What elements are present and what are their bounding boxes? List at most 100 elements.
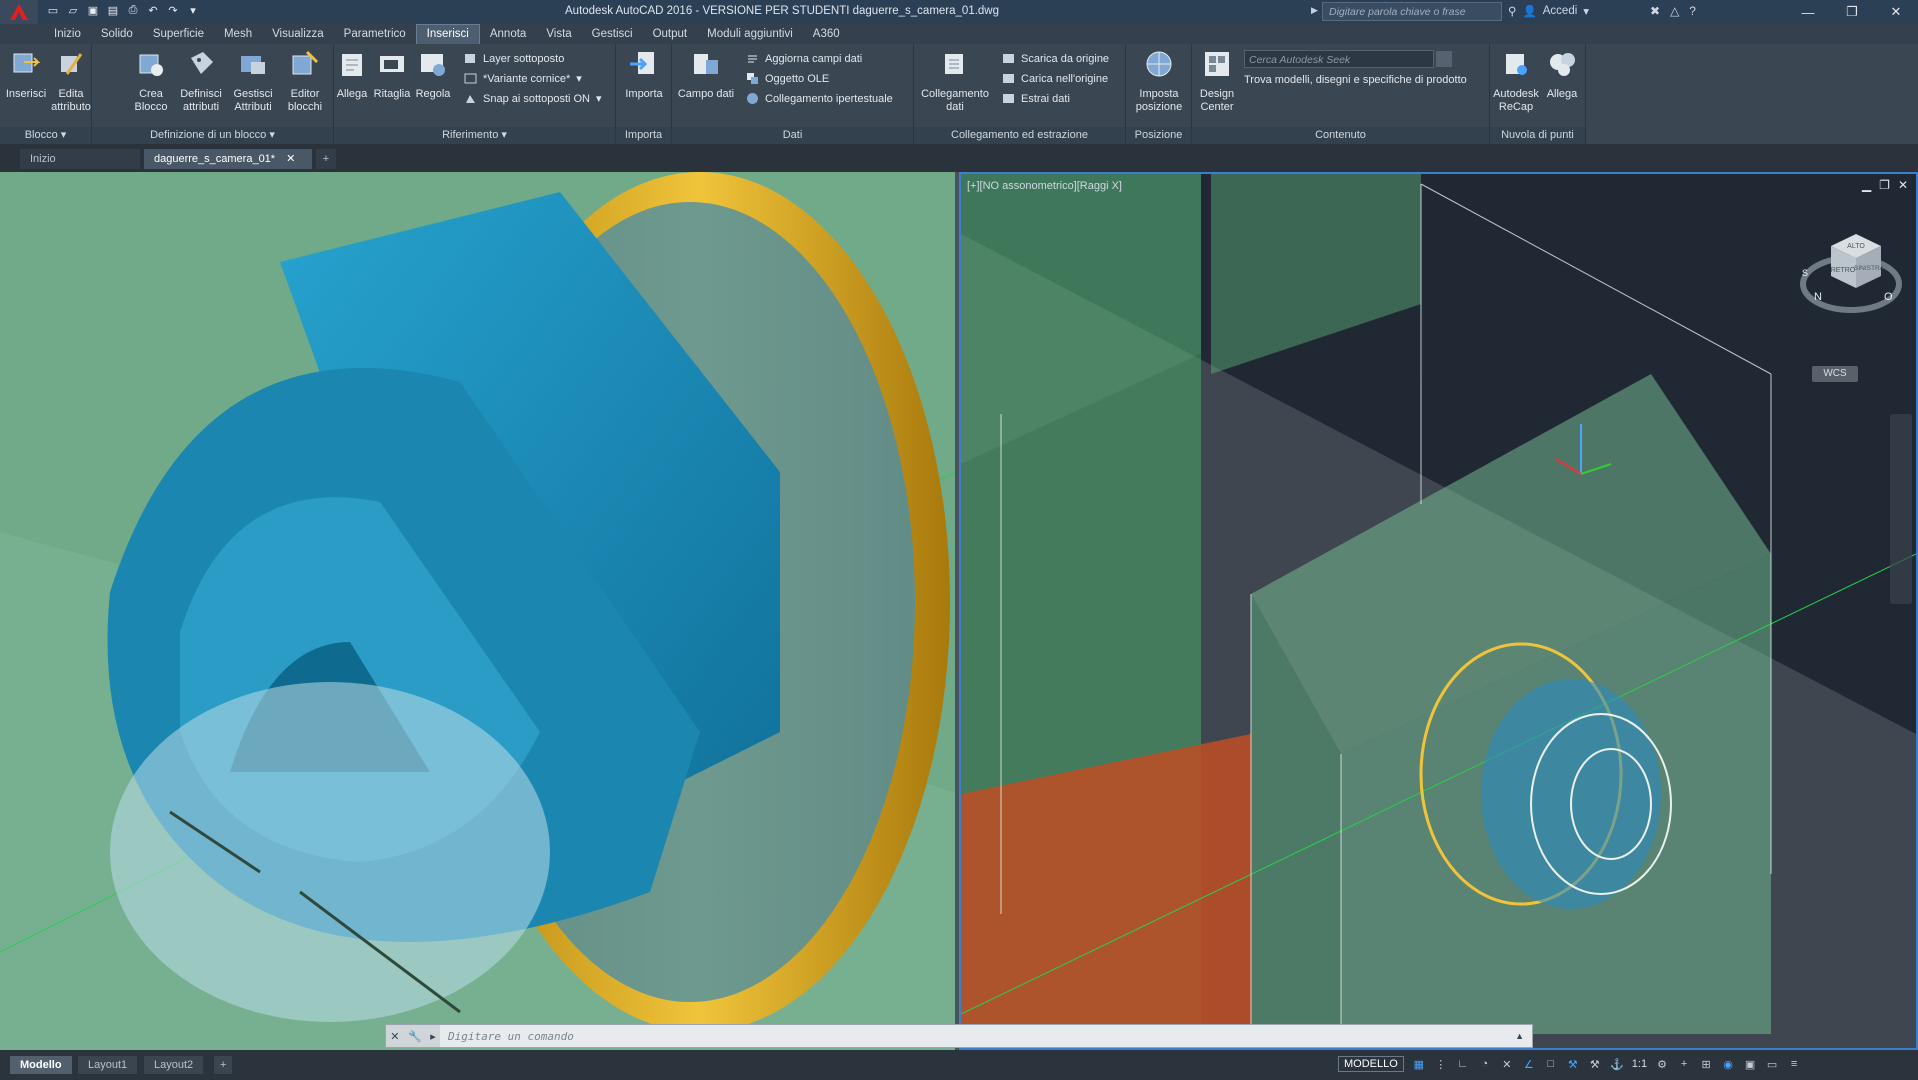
command-input[interactable]: Digitare un comando: [440, 1030, 574, 1043]
hardware-accel-icon[interactable]: ◉: [1721, 1057, 1735, 1071]
search-expand-icon[interactable]: ▶: [1311, 5, 1318, 16]
upload-source-button[interactable]: Carica nell'origine: [1002, 72, 1108, 85]
viewport-left[interactable]: [0, 172, 955, 1050]
isolate-icon[interactable]: ▣: [1743, 1057, 1757, 1071]
attach-button[interactable]: Allega: [334, 48, 370, 101]
snap-underlay-dropdown[interactable]: Snap ai sottoposti ON ▾: [464, 92, 602, 105]
isodraft-icon[interactable]: ✕: [1500, 1057, 1514, 1071]
object-track-icon[interactable]: ∠: [1522, 1057, 1536, 1071]
undo-icon[interactable]: ↶: [146, 3, 160, 17]
close-command-icon[interactable]: ✕: [390, 1030, 399, 1043]
tab-home[interactable]: Inizio: [20, 149, 140, 169]
panel-title-definizione[interactable]: Definizione di un blocco ▾: [92, 127, 333, 144]
ribbon-tab-moduli-aggiuntivi[interactable]: Moduli aggiuntivi: [697, 24, 803, 44]
recap-button[interactable]: Autodesk ReCap: [1492, 48, 1540, 114]
insert-block-button[interactable]: Inserisci: [4, 48, 48, 101]
ortho-icon[interactable]: ∟: [1456, 1057, 1470, 1071]
navigation-bar[interactable]: [1890, 414, 1912, 604]
new-file-icon[interactable]: ▭: [46, 3, 60, 17]
seek-search-input[interactable]: Cerca Autodesk Seek: [1244, 50, 1434, 68]
osnap-icon[interactable]: □: [1544, 1057, 1558, 1071]
annotation-visibility-icon[interactable]: ⚒: [1566, 1057, 1580, 1071]
attach-pointcloud-button[interactable]: Allega: [1542, 48, 1582, 101]
seek-search-icon[interactable]: [1436, 51, 1452, 67]
ribbon-tab-inizio[interactable]: Inizio: [44, 24, 91, 44]
manage-attributes-button[interactable]: Gestisci Attributi: [230, 48, 276, 114]
fullscreen-icon[interactable]: ▭: [1765, 1057, 1779, 1071]
viewport-maximize-icon[interactable]: ❐: [1879, 178, 1890, 192]
open-file-icon[interactable]: ▱: [66, 3, 80, 17]
ribbon-tab-gestisci[interactable]: Gestisci: [582, 24, 643, 44]
update-fields-button[interactable]: Aggiorna campi dati: [746, 52, 862, 65]
design-center-button[interactable]: Design Center: [1196, 48, 1238, 114]
layout-tab-modello[interactable]: Modello: [10, 1056, 72, 1074]
exchange-icon[interactable]: ✖: [1650, 4, 1660, 18]
set-location-button[interactable]: Imposta posizione: [1130, 48, 1188, 114]
viewport-right[interactable]: [+][NO assonometrico][Raggi X] ▁ ❐ ✕ ALT…: [959, 172, 1918, 1050]
customize-icon[interactable]: 🔧: [408, 1030, 422, 1043]
save-icon[interactable]: ▣: [86, 3, 100, 17]
a360-icon[interactable]: △: [1670, 4, 1679, 18]
hyperlink-button[interactable]: Collegamento ipertestuale: [746, 92, 893, 105]
extract-data-button[interactable]: Estrai dati: [1002, 92, 1070, 105]
autocad-logo-icon[interactable]: [0, 0, 38, 24]
import-button[interactable]: Importa: [622, 48, 666, 101]
auto-scale-icon[interactable]: ⚒: [1588, 1057, 1602, 1071]
underlay-layers-button[interactable]: Layer sottoposto: [464, 52, 564, 65]
viewport-minimize-icon[interactable]: ▁: [1862, 178, 1871, 192]
ole-object-button[interactable]: Oggetto OLE: [746, 72, 829, 85]
ribbon-tab-superficie[interactable]: Superficie: [143, 24, 214, 44]
save-as-icon[interactable]: ▤: [106, 3, 120, 17]
close-tab-icon[interactable]: ✕: [286, 153, 295, 165]
annotation-scale-icon[interactable]: ⚓: [1610, 1057, 1624, 1071]
close-window-button[interactable]: ✕: [1874, 0, 1918, 24]
ribbon-tab-parametrico[interactable]: Parametrico: [334, 24, 416, 44]
download-source-button[interactable]: Scarica da origine: [1002, 52, 1109, 65]
redo-icon[interactable]: ↷: [166, 3, 180, 17]
viewport-label[interactable]: [+][NO assonometrico][Raggi X]: [967, 180, 1122, 192]
minimize-button[interactable]: —: [1786, 0, 1830, 24]
data-field-button[interactable]: Campo dati: [676, 48, 736, 101]
help-icon[interactable]: ?: [1689, 4, 1696, 18]
restore-button[interactable]: ❐: [1830, 0, 1874, 24]
recent-commands-icon[interactable]: ▸: [430, 1030, 436, 1043]
define-attributes-button[interactable]: Definisci attributi: [178, 48, 224, 114]
viewport-close-icon[interactable]: ✕: [1898, 178, 1908, 192]
snap-mode-icon[interactable]: ⋮: [1434, 1057, 1448, 1071]
data-link-button[interactable]: Collegamento dati: [918, 48, 992, 114]
grid-icon[interactable]: ▦: [1412, 1057, 1426, 1071]
new-tab-button[interactable]: +: [316, 149, 336, 169]
chevron-down-icon[interactable]: ▾: [1583, 4, 1589, 18]
workspace-gear-icon[interactable]: ⚙: [1655, 1057, 1669, 1071]
panel-title-riferimento[interactable]: Riferimento ▾: [334, 127, 615, 144]
wcs-menu[interactable]: WCS: [1812, 366, 1858, 382]
block-editor-button[interactable]: Editor blocchi: [282, 48, 328, 114]
edit-attribute-button[interactable]: Edita attributo: [50, 48, 92, 114]
units-icon[interactable]: ⊞: [1699, 1057, 1713, 1071]
ribbon-tab-annota[interactable]: Annota: [480, 24, 536, 44]
ribbon-tab-mesh[interactable]: Mesh: [214, 24, 262, 44]
ribbon-tab-inserisci[interactable]: Inserisci: [415, 24, 480, 44]
keyword-search-input[interactable]: Digitare parola chiave o frase: [1322, 2, 1502, 21]
layout-tab-layout2[interactable]: Layout2: [144, 1056, 204, 1074]
ribbon-tab-output[interactable]: Output: [643, 24, 698, 44]
add-layout-button[interactable]: +: [214, 1056, 233, 1074]
create-block-button[interactable]: Crea Blocco: [130, 48, 172, 114]
qat-dropdown-icon[interactable]: ▾: [186, 3, 200, 17]
adjust-button[interactable]: Regola: [414, 48, 452, 101]
polar-icon[interactable]: ◔: [1478, 1057, 1492, 1071]
ribbon-tab-visualizza[interactable]: Visualizza: [262, 24, 334, 44]
command-history-icon[interactable]: ▲: [1515, 1031, 1524, 1041]
print-icon[interactable]: ⎙: [126, 3, 140, 17]
login-label[interactable]: Accedi: [1543, 5, 1578, 17]
binoculars-icon[interactable]: ⚲: [1508, 4, 1516, 18]
login-area[interactable]: ⚲ 👤 Accedi ▾: [1508, 4, 1589, 18]
model-space-toggle[interactable]: MODELLO: [1338, 1056, 1404, 1072]
panel-title-blocco[interactable]: Blocco ▾: [0, 127, 91, 144]
customize-menu-icon[interactable]: ≡: [1787, 1057, 1801, 1071]
layout-tab-layout1[interactable]: Layout1: [78, 1056, 138, 1074]
annotation-scale-value[interactable]: 1:1: [1632, 1058, 1647, 1070]
viewcube-icon[interactable]: ALTO RETRO SINISTRA N O S: [1796, 214, 1906, 324]
ribbon-tab-a360[interactable]: A360: [803, 24, 850, 44]
clip-button[interactable]: Ritaglia: [372, 48, 412, 101]
